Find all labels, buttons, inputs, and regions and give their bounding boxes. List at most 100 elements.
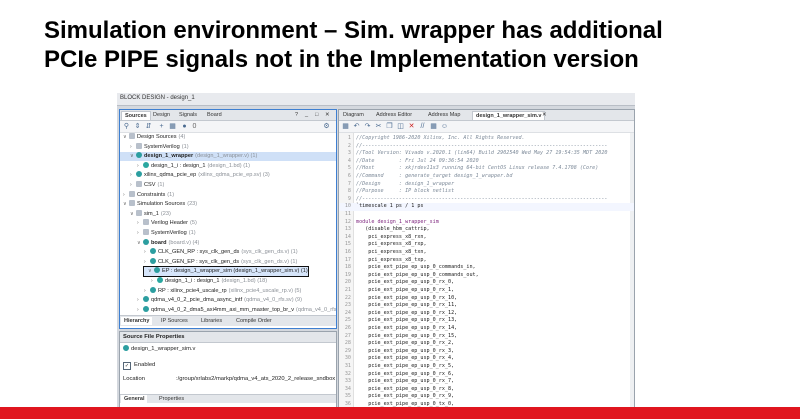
code-line: 2 //-------------------------------------… — [339, 143, 634, 151]
tree-row-label: SystemVerilog — [151, 230, 187, 236]
tree-row[interactable]: ∨ sim_1 (23) — [120, 209, 336, 219]
search-icon[interactable]: ⚲ — [122, 122, 131, 131]
tree-row-detail: (1) — [167, 191, 175, 198]
line-number: 9 — [347, 195, 351, 202]
tree-row[interactable]: ∨ board (board.v) (4) — [120, 238, 336, 248]
code-text: pcie_ext_pipe_ep_usp_0_rx_2, — [356, 340, 455, 347]
tree-row-label: qdma_v4_0_2_dma5_axi4mm_axi_mm_master_to… — [151, 306, 295, 313]
code-line: 11 — [339, 211, 634, 219]
tree-row[interactable]: › xilinx_qdma_pcie_ep (xilinx_qdma_pcie_ep… — [120, 171, 336, 180]
tree-row[interactable]: › CSV (1) — [120, 181, 336, 190]
tab-libraries[interactable]: Libraries — [198, 317, 225, 325]
tab-general[interactable]: General — [121, 395, 148, 403]
tab-board[interactable]: Board — [204, 111, 225, 119]
tree-row[interactable]: › SystemVerilog (1) — [120, 142, 336, 152]
redo-icon[interactable]: ↷ — [363, 122, 372, 131]
code-line: 13 (disable_hbm_cattrip, — [339, 226, 634, 234]
tree-row[interactable]: › Constraints (1) — [120, 190, 336, 200]
table-icon[interactable]: ▦ — [429, 122, 438, 131]
line-number: 21 — [344, 287, 351, 293]
source-file-icon — [143, 305, 149, 312]
line-number: 31 — [344, 363, 351, 369]
save-icon[interactable]: ▦ — [341, 122, 350, 131]
tab-design[interactable]: Design — [150, 111, 173, 119]
tree-row-detail: (4) — [178, 134, 186, 140]
tree-row[interactable]: › CLK_GEN_EP : sys_clk_gen_ds (sys_clk_gen… — [120, 257, 336, 267]
tree-row[interactable]: › SystemVerilog (1) — [120, 229, 336, 238]
code-editor[interactable]: 1 //Copyright 1986-2020 Xilinx, Inc. All … — [339, 133, 634, 407]
line-number: 18 — [344, 264, 351, 271]
code-line: 20 pcie_ext_pipe_ep_usp_0_rx_0, — [339, 279, 634, 287]
settings-gear-icon[interactable]: ⚙ — [322, 122, 331, 131]
tree-row[interactable]: ∨ Simulation Sources (23) — [120, 200, 336, 209]
code-line: 3 //Tool Version: Vivado v.2020.1 (lin64)… — [339, 150, 634, 158]
tab-ip-sources[interactable]: IP Sources — [158, 317, 191, 325]
comment-icon[interactable]: // — [418, 122, 427, 131]
code-text: pcie_ext_pipe_ep_usp_0_rx_8, — [356, 385, 455, 392]
code-text: pcie_ext_pipe_ep_usp_0_rx_5, — [356, 363, 455, 369]
tab-compile-order[interactable]: Compile Order — [233, 317, 275, 325]
tree-toggle-icon[interactable]: › — [144, 287, 150, 296]
line-number: 5 — [347, 165, 351, 172]
block-design-title: BLOCK DESIGN - design_1 — [120, 95, 195, 101]
help-icon[interactable]: ? — [292, 111, 301, 119]
code-text: pcie_ext_pipe_ep_usp_0_rx_3, — [356, 347, 455, 354]
tab-design-1-wrapper-sim[interactable]: design_1_wrapper_sim.v — [472, 111, 546, 120]
source-file-icon — [154, 267, 160, 274]
tree-row[interactable]: ∨ EP : design_1_wrapper_sim (design_1_wra… — [143, 266, 309, 278]
enabled-checkbox[interactable]: ✓ Enabled — [123, 362, 155, 370]
tree-row[interactable]: › design_1_i : design_1 (design_1.bd) (18) — [120, 277, 336, 286]
tree-row[interactable]: › qdma_v4_0_2_dma5_axi4mm_axi_mm_master_t… — [120, 305, 336, 315]
hierarchy-icon[interactable]: ▦ — [168, 122, 177, 131]
tab-address-map[interactable]: Address Map — [425, 111, 463, 119]
close-icon[interactable]: ✕ — [322, 111, 333, 119]
maximize-icon[interactable]: □ — [312, 111, 321, 119]
code-line: 33 pcie_ext_pipe_ep_usp_0_rx_7, — [339, 378, 634, 386]
tree-toggle-icon[interactable]: › — [144, 258, 150, 267]
tree-row[interactable]: › RP : xilinx_pcie4_uscale_rp (xilinx_pcie… — [120, 286, 336, 296]
tab-diagram[interactable]: Diagram — [340, 111, 367, 119]
expand-all-icon[interactable]: ⇵ — [144, 122, 153, 131]
collapse-all-icon[interactable]: ⇕ — [133, 122, 142, 131]
code-line: 32 pcie_ext_pipe_ep_usp_0_rx_6, — [339, 371, 634, 379]
code-line: 22 pcie_ext_pipe_ep_usp_0_rx_10, — [339, 295, 634, 303]
sfp-file-label: design_1_wrapper_sim.v — [131, 346, 196, 352]
add-sources-icon[interactable]: + — [157, 122, 166, 131]
tree-row-label: CLK_GEN_EP : sys_clk_gen_ds — [158, 258, 240, 265]
tab-sources[interactable]: Sources — [121, 111, 151, 120]
tree-row[interactable]: › qdma_v4_0_2_pcie_dma_async_intf (qdma_v4… — [120, 296, 336, 305]
delete-icon[interactable]: ✕ — [407, 122, 416, 131]
tree-row[interactable]: ∨ design_1_wrapper (design_1_wrapper.v) (1… — [120, 152, 336, 162]
tab-close-icon[interactable]: ✕ — [539, 111, 550, 119]
tree-row[interactable]: › CLK_GEN_RP : sys_clk_gen_ds (sys_clk_gen… — [120, 248, 336, 257]
copy-icon[interactable]: ❐ — [385, 122, 394, 131]
tree-row[interactable]: ∨ Design Sources (4) — [120, 133, 336, 142]
tree-row-detail: (qdma_v4_0_rfs.sv) (9) — [244, 297, 302, 304]
minimize-icon[interactable]: _ — [302, 111, 311, 119]
tree-row[interactable]: › design_1_i : design_1 (design_1.bd) (1) — [120, 161, 336, 171]
tree-row-label: Design Sources — [137, 134, 177, 140]
sfp-title: Source File Properties — [120, 332, 336, 343]
footer-red-bar — [0, 407, 800, 419]
paste-icon[interactable]: ◫ — [396, 122, 405, 131]
warning-icon[interactable]: ● — [180, 122, 189, 131]
code-text: pci_express_x8_txn, — [356, 249, 427, 255]
undo-icon[interactable]: ↶ — [352, 122, 361, 131]
tree-toggle-icon[interactable]: ∨ — [137, 239, 143, 248]
line-number: 1 — [347, 135, 351, 141]
editor-toolbar: ▦ ↶ ↷ ✂ ❐ ◫ ✕ // ▦ ☺ — [339, 121, 634, 133]
tree-toggle-icon[interactable]: › — [137, 306, 143, 315]
tab-address-editor[interactable]: Address Editor — [373, 111, 415, 119]
tree-row[interactable]: › Verilog Header (5) — [120, 219, 336, 228]
lightbulb-icon[interactable]: ☺ — [440, 122, 449, 131]
tree-row-label: sim_1 — [144, 210, 159, 217]
slide-title-line-1: Simulation environment – Sim. wrapper ha… — [44, 17, 663, 44]
tab-properties[interactable]: Properties — [156, 395, 187, 403]
tree-toggle-icon[interactable]: › — [137, 162, 143, 171]
code-text: pcie_ext_pipe_ep_usp_0_rx_12, — [356, 309, 458, 316]
tab-hierarchy[interactable]: Hierarchy — [121, 317, 153, 325]
source-file-icon — [143, 296, 149, 303]
cut-icon[interactable]: ✂ — [374, 122, 383, 131]
location-value: :/group/xrlabs2/markp/qdma_v4_ats_2020_2… — [176, 376, 336, 382]
tab-signals[interactable]: Signals — [176, 111, 200, 119]
